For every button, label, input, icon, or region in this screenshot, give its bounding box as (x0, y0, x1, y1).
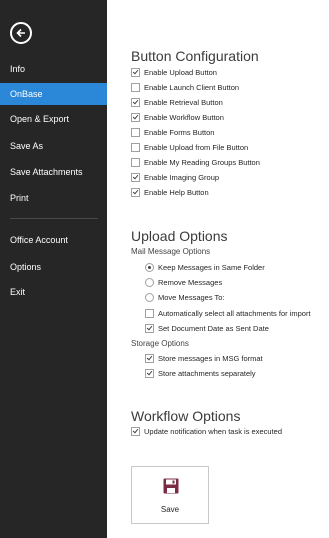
workflow-options-heading: Workflow Options (131, 408, 241, 424)
auto-select-attachments-checkbox[interactable]: Automatically select all attachments for… (145, 307, 311, 320)
checkbox-icon (145, 308, 154, 318)
checkbox-checked-icon (145, 368, 154, 378)
sidebar-item-print[interactable]: Print (0, 187, 107, 209)
store-msg-format-checkbox[interactable]: Store messages in MSG format (145, 352, 263, 365)
sidebar-item-exit[interactable]: Exit (0, 281, 107, 303)
checkbox-checked-icon (145, 323, 154, 333)
checkbox-checked-icon (131, 67, 140, 77)
enable-launch-client-checkbox[interactable]: Enable Launch Client Button (131, 81, 239, 94)
main-content: Button Configuration Enable Upload Butto… (107, 0, 329, 538)
checkbox-checked-icon (131, 97, 140, 107)
save-button[interactable]: Save (131, 466, 209, 524)
back-arrow-icon[interactable] (10, 22, 32, 44)
enable-forms-checkbox[interactable]: Enable Forms Button (131, 126, 214, 139)
enable-imaging-group-checkbox[interactable]: Enable Imaging Group (131, 171, 219, 184)
button-configuration-heading: Button Configuration (131, 48, 259, 64)
storage-options-label: Storage Options (131, 339, 189, 348)
enable-upload-from-file-checkbox[interactable]: Enable Upload from File Button (131, 141, 248, 154)
enable-reading-groups-checkbox[interactable]: Enable My Reading Groups Button (131, 156, 260, 169)
move-messages-radio[interactable]: Move Messages To: (145, 291, 225, 304)
mail-message-options-label: Mail Message Options (131, 247, 211, 256)
checkbox-icon (131, 82, 140, 92)
enable-workflow-checkbox[interactable]: Enable Workflow Button (131, 111, 224, 124)
enable-help-checkbox[interactable]: Enable Help Button (131, 186, 209, 199)
keep-messages-radio[interactable]: Keep Messages in Same Folder (145, 261, 265, 274)
sidebar-item-office-account[interactable]: Office Account (0, 229, 107, 251)
save-disk-icon (163, 478, 179, 494)
checkbox-checked-icon (131, 172, 140, 182)
radio-icon (145, 277, 154, 287)
sidebar-divider (10, 218, 98, 219)
checkbox-icon (131, 157, 140, 167)
checkbox-checked-icon (145, 353, 154, 363)
sidebar-item-save-attachments[interactable]: Save Attachments (0, 161, 107, 183)
checkbox-checked-icon (131, 187, 140, 197)
sidebar-item-options[interactable]: Options (0, 256, 107, 278)
remove-messages-radio[interactable]: Remove Messages (145, 276, 222, 289)
set-document-date-checkbox[interactable]: Set Document Date as Sent Date (145, 322, 269, 335)
enable-retrieval-checkbox[interactable]: Enable Retrieval Button (131, 96, 223, 109)
checkbox-icon (131, 142, 140, 152)
save-button-label: Save (160, 505, 180, 514)
enable-upload-button-checkbox[interactable]: Enable Upload Button (131, 66, 217, 79)
upload-options-heading: Upload Options (131, 228, 228, 244)
sidebar-item-save-as[interactable]: Save As (0, 135, 107, 157)
store-attachments-separately-checkbox[interactable]: Store attachments separately (145, 367, 256, 380)
sidebar-item-onbase[interactable]: OnBase (0, 83, 107, 105)
checkbox-checked-icon (131, 426, 140, 436)
radio-selected-icon (145, 262, 154, 272)
checkbox-checked-icon (131, 112, 140, 122)
update-notification-checkbox[interactable]: Update notification when task is execute… (131, 425, 282, 438)
radio-icon (145, 292, 154, 302)
sidebar-item-open-export[interactable]: Open & Export (0, 108, 107, 130)
sidebar-item-info[interactable]: Info (0, 58, 107, 80)
checkbox-icon (131, 127, 140, 137)
backstage-sidebar: Info OnBase Open & Export Save As Save A… (0, 0, 107, 538)
